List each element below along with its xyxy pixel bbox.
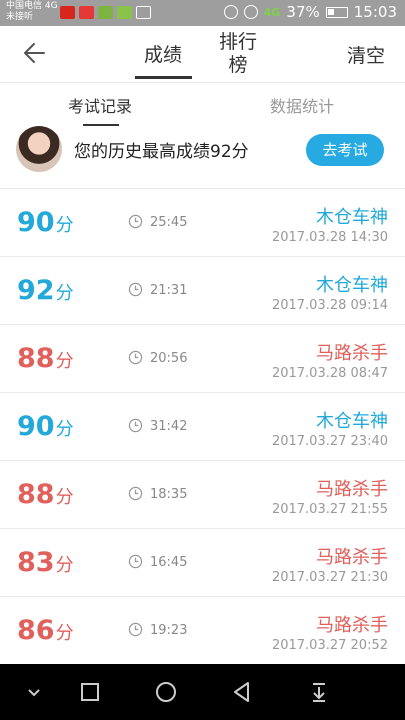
record-score-value: 92: [17, 275, 55, 306]
alarm-icon: [243, 5, 258, 19]
record-score: 83分: [17, 547, 74, 578]
notification-pull-icon[interactable]: [305, 678, 333, 706]
record-score: 86分: [17, 615, 74, 646]
status-bar: 中国电信 4G 未接听 4G 37% 15:03: [0, 0, 405, 26]
title-bar: 成绩 排行榜 清空: [0, 26, 405, 83]
record-level-title: 木仓车神: [316, 411, 388, 432]
battery-percent: 37%: [286, 3, 320, 21]
image-icon: [136, 6, 151, 19]
clear-button[interactable]: 清空: [347, 41, 385, 68]
sub-tabs: 考试记录 数据统计: [0, 83, 405, 127]
record-level-title: 马路杀手: [316, 615, 388, 636]
chat-app-icon: [117, 6, 132, 19]
tab-score-indicator: [135, 76, 192, 79]
record-score: 90分: [17, 207, 74, 238]
best-score-text: 您的历史最高成绩92分: [74, 142, 249, 162]
record-datetime: 2017.03.28 14:30: [271, 230, 388, 245]
record-score-value: 86: [17, 615, 55, 646]
record-score-value: 90: [17, 207, 55, 238]
record-score: 90分: [17, 411, 74, 442]
chevron-down-icon[interactable]: [20, 678, 48, 706]
record-datetime: 2017.03.27 21:30: [271, 570, 388, 585]
exam-record-row[interactable]: 83分 16:45 马路杀手 2017.03.27 21:30: [0, 529, 405, 597]
record-score-unit: 分: [55, 555, 74, 576]
carrier-info: 中国电信 4G 未接听: [6, 1, 58, 23]
clock-icon: [128, 214, 143, 229]
record-duration: 16:45: [150, 555, 188, 570]
clock-time: 15:03: [353, 3, 397, 21]
tab-ranking[interactable]: 排行榜: [218, 31, 258, 77]
record-datetime: 2017.03.27 21:55: [271, 502, 388, 517]
clock-icon: [128, 554, 143, 569]
record-score-value: 90: [17, 411, 55, 442]
record-score-unit: 分: [55, 215, 74, 236]
back-arrow-icon[interactable]: [22, 40, 48, 66]
record-score-unit: 分: [55, 419, 74, 440]
clock-icon: [128, 622, 143, 637]
record-score-value: 88: [17, 343, 55, 374]
best-score-banner: 您的历史最高成绩92分 去考试: [0, 126, 405, 189]
record-level-title: 木仓车神: [316, 275, 388, 296]
recent-apps-icon[interactable]: [76, 678, 104, 706]
record-level-title: 马路杀手: [316, 479, 388, 500]
record-score: 88分: [17, 479, 74, 510]
exam-record-row[interactable]: 92分 21:31 木仓车神 2017.03.28 09:14: [0, 257, 405, 325]
headset-icon: [223, 5, 238, 19]
avatar: [16, 126, 62, 172]
record-score-unit: 分: [55, 623, 74, 644]
record-duration: 21:31: [150, 283, 188, 298]
exam-record-list: 90分 25:45 木仓车神 2017.03.28 14:30 92分 21:31 木仓车神…: [0, 189, 405, 665]
record-score-value: 88: [17, 479, 55, 510]
wechat-icon: [98, 6, 113, 19]
record-datetime: 2017.03.28 09:14: [271, 298, 388, 313]
clock-icon: [128, 486, 143, 501]
clock-icon: [128, 282, 143, 297]
record-level-title: 木仓车神: [316, 207, 388, 228]
record-duration: 18:35: [150, 487, 188, 502]
start-exam-button[interactable]: 去考试: [306, 134, 384, 166]
record-duration: 25:45: [150, 215, 188, 230]
record-datetime: 2017.03.27 20:52: [271, 638, 388, 653]
tab-exam-records[interactable]: 考试记录: [68, 93, 132, 117]
exam-record-row[interactable]: 90分 25:45 木仓车神 2017.03.28 14:30: [0, 189, 405, 257]
record-level-title: 马路杀手: [316, 343, 388, 364]
record-duration: 19:23: [150, 623, 188, 638]
record-score-value: 83: [17, 547, 55, 578]
subtab-indicator: [83, 124, 119, 126]
video-app-icon: [79, 6, 94, 19]
back-nav-icon[interactable]: [228, 678, 256, 706]
exam-record-row[interactable]: 90分 31:42 木仓车神 2017.03.27 23:40: [0, 393, 405, 461]
record-datetime: 2017.03.28 08:47: [271, 366, 388, 381]
exam-record-row[interactable]: 88分 20:56 马路杀手 2017.03.28 08:47: [0, 325, 405, 393]
battery-icon: [325, 6, 348, 18]
carrier-sub-label: 未接听: [6, 12, 34, 22]
navigation-bar: [0, 664, 405, 720]
record-score-unit: 分: [55, 487, 74, 508]
exam-record-row[interactable]: 88分 18:35 马路杀手 2017.03.27 21:55: [0, 461, 405, 529]
network-type: 4G: [263, 5, 281, 19]
record-score: 92分: [17, 275, 74, 306]
notification-icons: [60, 6, 151, 19]
record-duration: 31:42: [150, 419, 188, 434]
record-level-title: 马路杀手: [316, 547, 388, 568]
clock-icon: [128, 350, 143, 365]
carrier-label: 中国电信 4G: [6, 1, 58, 11]
record-datetime: 2017.03.27 23:40: [271, 434, 388, 449]
record-duration: 20:56: [150, 351, 188, 366]
home-icon[interactable]: [152, 678, 180, 706]
news-app-icon: [60, 6, 75, 19]
tab-data-statistics[interactable]: 数据统计: [270, 93, 334, 117]
record-score-unit: 分: [55, 283, 74, 304]
exam-record-row[interactable]: 86分 19:23 马路杀手 2017.03.27 20:52: [0, 597, 405, 665]
tab-score[interactable]: 成绩: [138, 40, 188, 67]
clock-icon: [128, 418, 143, 433]
record-score: 88分: [17, 343, 74, 374]
status-right: 4G 37% 15:03: [223, 3, 397, 21]
record-score-unit: 分: [55, 351, 74, 372]
